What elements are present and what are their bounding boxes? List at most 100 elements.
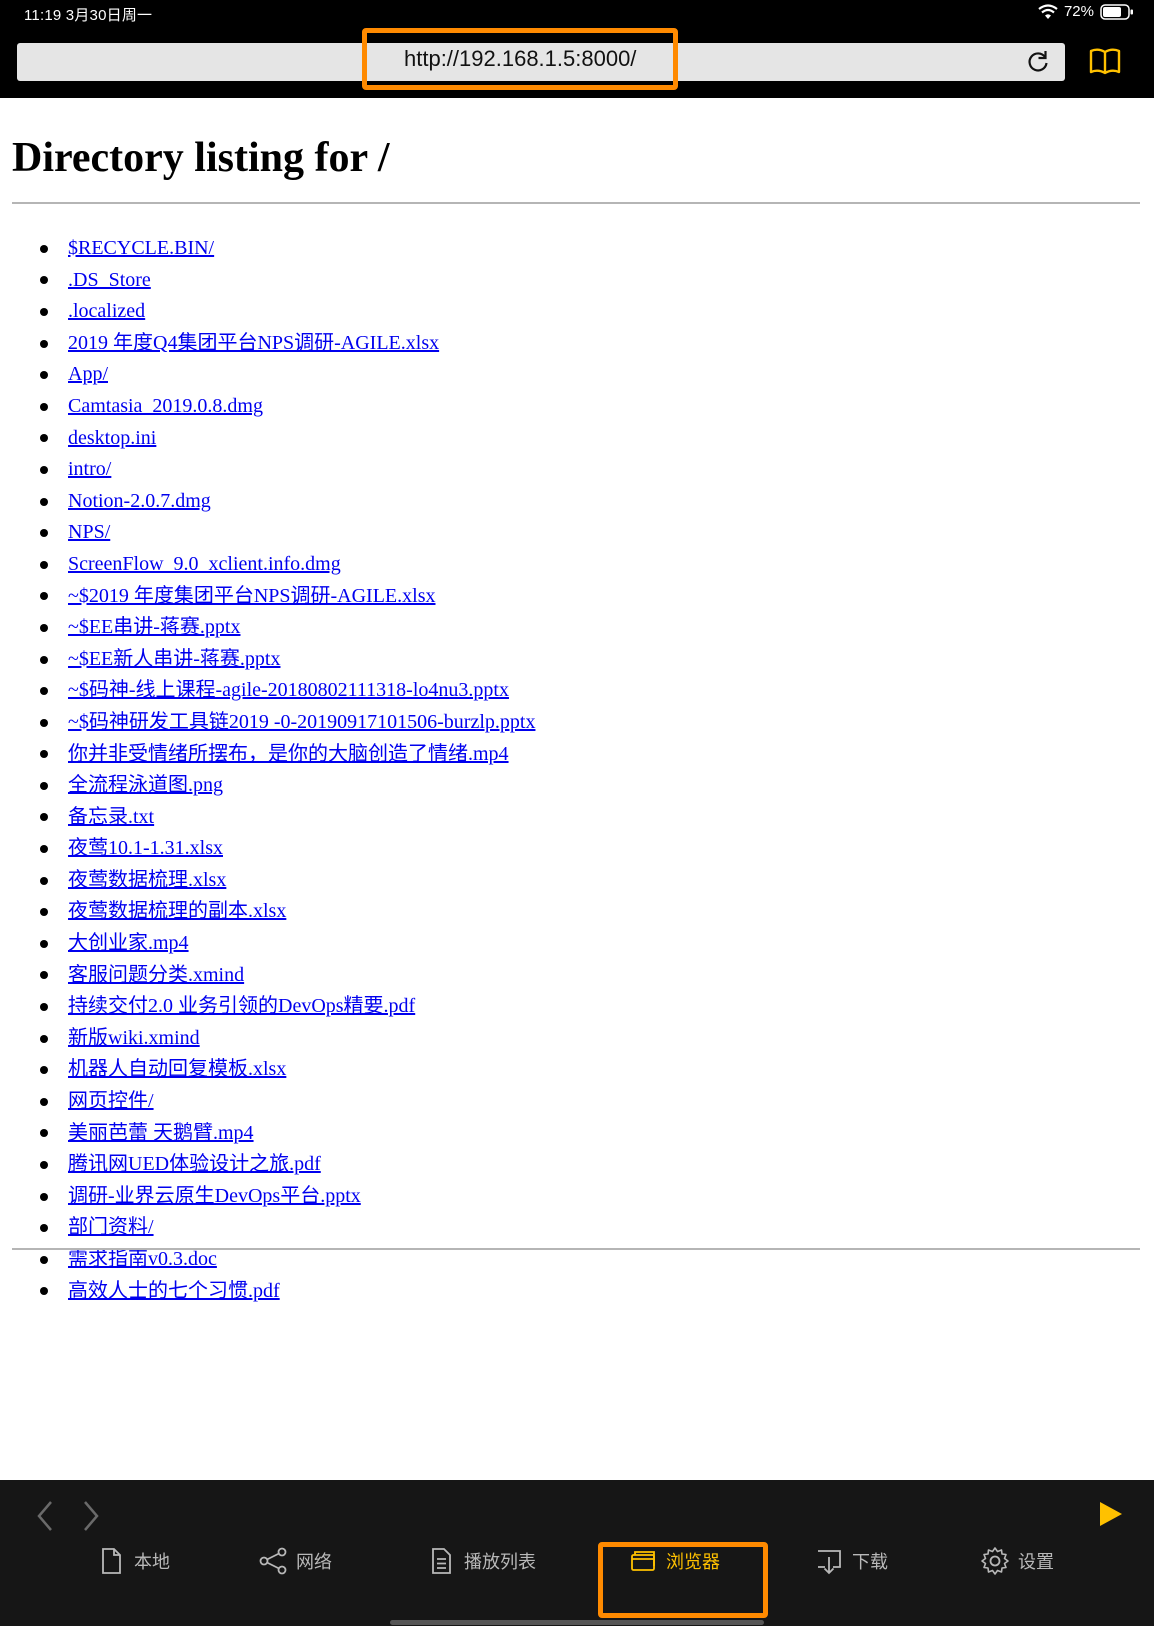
wifi-icon: [1038, 3, 1058, 19]
bullet-icon: [40, 845, 48, 854]
file-link[interactable]: 夜莺10.1-1.31.xlsx: [68, 833, 223, 865]
bullet-icon: [40, 339, 48, 348]
bullet-icon: [40, 1224, 48, 1233]
bottom-toolbar: 本地 网络 播放列表 浏览器 下载 设置: [0, 1480, 1154, 1626]
bookmarks-icon[interactable]: [1088, 46, 1122, 76]
bullet-icon: [40, 592, 48, 601]
status-time: 11:19 3月30日周一: [24, 7, 153, 24]
gear-icon: [981, 1547, 1009, 1575]
document-icon: [102, 1548, 121, 1574]
bullet-icon: [40, 908, 48, 917]
bullet-icon: [40, 465, 48, 474]
divider-bottom: [12, 1248, 1140, 1250]
bullet-icon: [40, 307, 48, 316]
home-indicator: [390, 1620, 764, 1625]
bullet-icon: [40, 971, 48, 980]
tab-label: 设置: [1018, 1552, 1054, 1572]
tab-playlist[interactable]: 播放列表: [426, 1538, 536, 1584]
file-link[interactable]: 全流程泳道图.png: [68, 770, 223, 802]
file-link[interactable]: 持续交付2.0 业务引领的DevOps精要.pdf: [68, 991, 415, 1023]
web-page: Directory listing for / $RECYCLE.BIN/.DS…: [0, 98, 1154, 1480]
bullet-icon: [40, 750, 48, 759]
file-link[interactable]: 大创业家.mp4: [68, 928, 189, 960]
status-bar: 11:19 3月30日周一 72%: [0, 0, 1154, 26]
tab-label: 网络: [296, 1552, 332, 1572]
file-link[interactable]: ~$2019 年度集团平台NPS调研-AGILE.xlsx: [68, 581, 436, 613]
file-link[interactable]: 部门资料/: [68, 1212, 154, 1244]
bullet-icon: [40, 939, 48, 948]
bullet-icon: [40, 623, 48, 632]
tab-settings[interactable]: 设置: [980, 1538, 1054, 1584]
bullet-icon: [40, 1255, 48, 1264]
file-link[interactable]: 你并非受情绪所摆布，是你的大脑创造了情绪.mp4: [68, 739, 509, 771]
reload-icon[interactable]: [1024, 48, 1052, 76]
tab-network[interactable]: 网络: [258, 1538, 332, 1584]
file-link[interactable]: NPS/: [68, 517, 110, 549]
file-link[interactable]: ~$码神研发工具链2019 -0-20190917101506-burzlp.p…: [68, 707, 535, 739]
file-link[interactable]: $RECYCLE.BIN/: [68, 233, 214, 265]
back-arrow-icon[interactable]: [34, 1498, 56, 1534]
file-link[interactable]: 美丽芭蕾 天鹅臂.mp4: [68, 1118, 254, 1150]
bullet-icon: [40, 497, 48, 506]
tab-highlight-box: [598, 1542, 768, 1618]
bullet-icon: [40, 402, 48, 411]
bullet-icon: [40, 1192, 48, 1201]
file-link[interactable]: App/: [68, 359, 108, 391]
file-link[interactable]: ~$EE串讲-蒋赛.pptx: [68, 612, 240, 644]
share-icon: [259, 1547, 287, 1575]
bullet-icon: [40, 1003, 48, 1012]
battery-percent: 72%: [1063, 3, 1094, 20]
bullet-icon: [40, 1066, 48, 1075]
file-link[interactable]: Notion-2.0.7.dmg: [68, 486, 211, 518]
bullet-icon: [40, 876, 48, 885]
file-link[interactable]: Camtasia_2019.0.8.dmg: [68, 391, 263, 423]
bullet-icon: [40, 1129, 48, 1138]
bullet-icon: [40, 1034, 48, 1043]
file-link[interactable]: ScreenFlow_9.0_xclient.info.dmg: [68, 549, 341, 581]
file-link[interactable]: ~$码神-线上课程-agile-20180802111318-lo4nu3.pp…: [68, 675, 509, 707]
file-link[interactable]: 机器人自动回复模板.xlsx: [68, 1054, 286, 1086]
file-link[interactable]: 腾讯网UED体验设计之旅.pdf: [68, 1149, 321, 1181]
file-link[interactable]: 夜莺数据梳理.xlsx: [68, 865, 226, 897]
bullet-icon: [40, 813, 48, 822]
bullet-icon: [40, 718, 48, 727]
file-link[interactable]: 客服问题分类.xmind: [68, 960, 244, 992]
tab-download[interactable]: 下载: [814, 1538, 888, 1584]
list-icon: [432, 1548, 451, 1574]
bullet-icon: [40, 244, 48, 253]
download-icon: [818, 1550, 841, 1575]
bullet-icon: [40, 371, 48, 380]
tab-label: 本地: [134, 1552, 170, 1572]
url-highlight-box: [362, 28, 678, 90]
file-link[interactable]: intro/: [68, 454, 111, 486]
file-link[interactable]: .localized: [68, 296, 145, 328]
file-link[interactable]: 高效人士的七个习惯.pdf: [68, 1276, 280, 1308]
bullet-icon: [40, 529, 48, 538]
file-link[interactable]: desktop.ini: [68, 423, 156, 455]
bullet-icon: [40, 687, 48, 696]
bullet-icon: [40, 560, 48, 569]
file-link[interactable]: 新版wiki.xmind: [68, 1023, 200, 1055]
battery-icon: [1100, 3, 1133, 20]
bullet-icon: [40, 1097, 48, 1106]
bullet-icon: [40, 781, 48, 790]
divider-top: [12, 202, 1140, 204]
file-link[interactable]: 备忘录.txt: [68, 802, 154, 834]
address-bar-row: http://192.168.1.5:8000/: [0, 26, 1154, 98]
play-icon[interactable]: [1098, 1500, 1124, 1528]
file-link[interactable]: 2019 年度Q4集团平台NPS调研-AGILE.xlsx: [68, 328, 439, 360]
file-link[interactable]: ~$EE新人串讲-蒋赛.pptx: [68, 644, 280, 676]
bullet-icon: [40, 655, 48, 664]
forward-arrow-icon[interactable]: [80, 1498, 102, 1534]
bullet-icon: [40, 276, 48, 285]
file-link[interactable]: 调研-业界云原生DevOps平台.pptx: [68, 1181, 361, 1213]
file-link[interactable]: .DS_Store: [68, 265, 151, 297]
page-title: Directory listing for /: [12, 135, 390, 181]
tab-label: 播放列表: [464, 1552, 536, 1572]
file-link[interactable]: 网页控件/: [68, 1086, 154, 1118]
file-link[interactable]: 夜莺数据梳理的副本.xlsx: [68, 896, 286, 928]
tab-local[interactable]: 本地: [96, 1538, 170, 1584]
bullet-icon: [40, 1161, 48, 1170]
bullet-icon: [40, 434, 48, 443]
bullet-icon: [40, 1287, 48, 1296]
